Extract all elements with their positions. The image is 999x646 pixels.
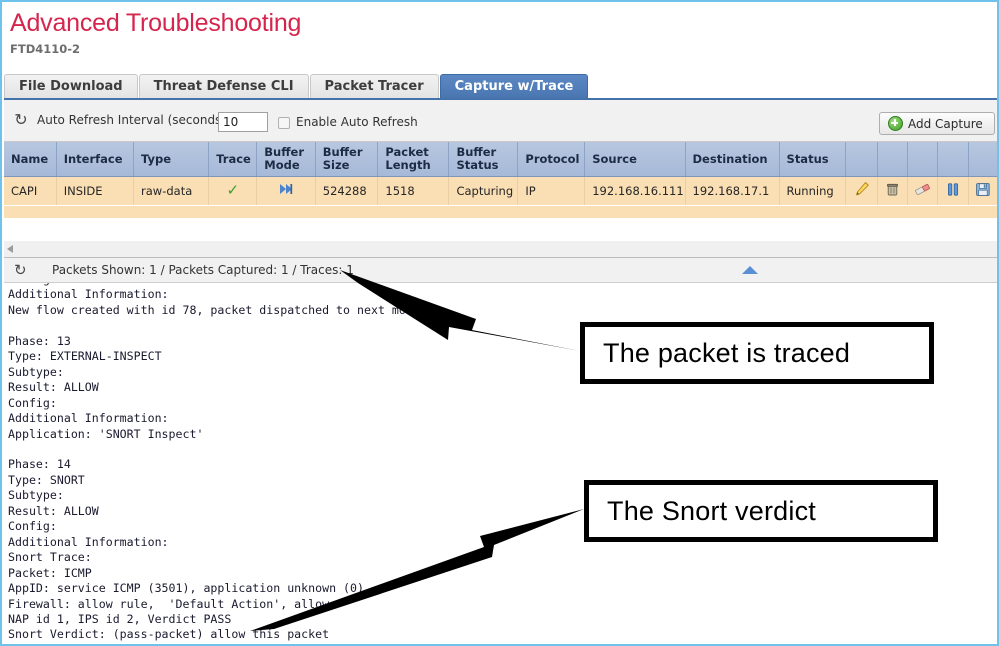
packets-summary-text: Packets Shown: 1 / Packets Captured: 1 /…: [52, 263, 354, 277]
tab-bar: File Download Threat Defense CLI Packet Tr…: [4, 74, 997, 100]
table-row-fill: [4, 206, 997, 218]
plus-circle-icon: [888, 116, 903, 131]
cell-buffer-status: Capturing: [448, 176, 519, 205]
page-header: Advanced Troubleshooting FTD4110-2: [2, 2, 997, 57]
eraser-clear-icon[interactable]: [914, 182, 931, 197]
auto-refresh-interval-input[interactable]: 10: [218, 112, 268, 132]
captures-table: Name Interface Type Trace Buffer Mode Bu…: [4, 142, 997, 205]
status-badge: Running: [779, 176, 847, 205]
cell-packet-length: 1518: [377, 176, 450, 205]
enable-auto-refresh-label: Enable Auto Refresh: [296, 115, 418, 129]
table-empty-area: [4, 218, 997, 242]
trace-output-panel[interactable]: Config: Additional Information: New flow…: [4, 283, 997, 644]
trash-delete-icon[interactable]: [885, 182, 900, 197]
cell-buffer-mode: [256, 176, 316, 205]
save-disk-icon[interactable]: [975, 182, 991, 197]
add-capture-button[interactable]: Add Capture: [879, 112, 995, 135]
column-header-action-2: [877, 142, 908, 177]
column-header-action-3: [907, 142, 939, 177]
collapse-up-triangle-icon[interactable]: [742, 266, 758, 274]
packets-summary-bar: ↻ Packets Shown: 1 / Packets Captured: 1…: [4, 258, 997, 283]
cell-protocol: IP: [517, 176, 586, 205]
cell-buffer-size: 524288: [315, 176, 379, 205]
pencil-edit-icon[interactable]: [854, 181, 870, 197]
device-name: FTD4110-2: [10, 42, 81, 56]
column-header-status[interactable]: Status: [779, 142, 847, 177]
column-header-protocol[interactable]: Protocol: [517, 142, 586, 177]
cell-action-save: [968, 176, 997, 205]
tab-packet-tracer[interactable]: Packet Tracer: [309, 74, 439, 98]
cell-action-delete: [877, 176, 908, 205]
page-title: Advanced Troubleshooting: [10, 9, 302, 37]
column-header-action-5: [968, 142, 997, 177]
cell-action-edit: [845, 176, 878, 205]
refresh-icon[interactable]: ↻: [12, 111, 30, 129]
tab-file-download[interactable]: File Download: [4, 74, 138, 98]
tab-threat-defense-cli[interactable]: Threat Defense CLI: [138, 74, 309, 98]
column-header-type[interactable]: Type: [133, 142, 210, 177]
column-header-destination[interactable]: Destination: [685, 142, 780, 177]
table-header-row: Name Interface Type Trace Buffer Mode Bu…: [4, 142, 997, 177]
refresh-icon[interactable]: ↻: [14, 262, 27, 279]
pause-icon[interactable]: [946, 182, 960, 197]
cell-source: 192.168.16.111: [584, 176, 686, 205]
circular-buffer-icon: [280, 184, 293, 195]
auto-refresh-interval-label: Auto Refresh Interval (seconds):: [37, 113, 231, 127]
cell-action-pause: [937, 176, 969, 205]
column-header-buffer-size[interactable]: Buffer Size: [315, 142, 379, 177]
table-horizontal-scrollbar[interactable]: [4, 241, 997, 258]
cell-interface: INSIDE: [56, 176, 135, 205]
column-header-source[interactable]: Source: [584, 142, 686, 177]
check-icon: ✓: [226, 181, 240, 200]
cell-action-clear: [907, 176, 939, 205]
trace-output-text: Config: Additional Information: New flow…: [8, 283, 434, 642]
table-row[interactable]: CAPI INSIDE raw-data ✓ 524288 1518 Captu…: [4, 176, 997, 205]
enable-auto-refresh-checkbox[interactable]: [278, 117, 290, 129]
cell-trace: ✓: [208, 176, 258, 205]
column-header-action-4: [937, 142, 969, 177]
advanced-troubleshooting-page: Advanced Troubleshooting FTD4110-2 File …: [0, 0, 999, 646]
column-header-buffer-mode[interactable]: Buffer Mode: [256, 142, 316, 177]
column-header-interface[interactable]: Interface: [56, 142, 135, 177]
cell-name: CAPI: [4, 176, 57, 205]
column-header-name[interactable]: Name: [4, 142, 57, 177]
column-header-buffer-status[interactable]: Buffer Status: [448, 142, 519, 177]
column-header-packet-length[interactable]: Packet Length: [377, 142, 450, 177]
capture-toolbar: ↻ Auto Refresh Interval (seconds):: [4, 100, 997, 142]
trace-output-scroll: Config: Additional Information: New flow…: [4, 283, 997, 643]
scroll-left-arrow-icon[interactable]: [7, 245, 13, 253]
cell-destination: 192.168.17.1: [685, 176, 780, 205]
column-header-trace[interactable]: Trace: [208, 142, 258, 177]
add-capture-label: Add Capture: [908, 116, 983, 131]
cell-type: raw-data: [133, 176, 210, 205]
column-header-action-1: [845, 142, 878, 177]
tab-capture-w-trace[interactable]: Capture w/Trace: [439, 74, 589, 98]
